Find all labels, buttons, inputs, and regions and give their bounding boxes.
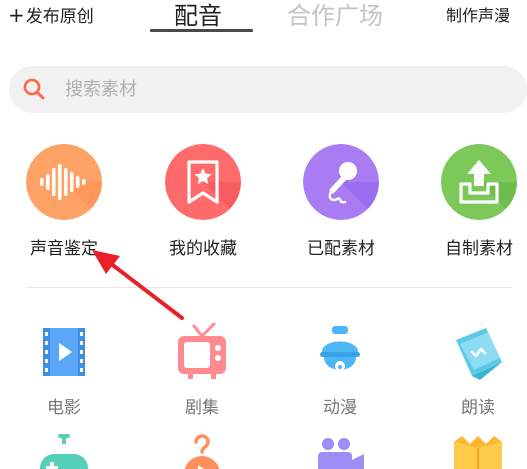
publish-original-label: 发布原创 xyxy=(25,7,94,27)
search-icon xyxy=(23,78,45,100)
feature-dubbed-materials-badge xyxy=(303,144,379,220)
book-icon xyxy=(454,436,502,469)
plus-icon: + xyxy=(8,3,25,27)
feature-dubbed-materials[interactable]: 已配素材 xyxy=(286,144,396,264)
feature-label: 声音鉴定 xyxy=(30,239,98,259)
tab-dubbing[interactable]: 配音 xyxy=(174,0,222,31)
feature-my-favorites[interactable]: 我的收藏 xyxy=(148,144,258,264)
category-game[interactable] xyxy=(14,432,114,469)
feature-label: 已配素材 xyxy=(307,239,375,259)
microphone-icon xyxy=(303,144,379,220)
feature-label: 我的收藏 xyxy=(169,239,237,259)
section-divider xyxy=(26,287,512,288)
feature-label: 自制素材 xyxy=(445,239,513,259)
feature-my-favorites-badge xyxy=(165,144,241,220)
soundwave-icon xyxy=(26,144,102,220)
category-label: 动漫 xyxy=(323,398,357,418)
category-label: 朗读 xyxy=(461,398,495,418)
publish-original-button[interactable]: +发布原创 xyxy=(8,2,94,27)
hanger-icon xyxy=(184,434,220,469)
camera-icon xyxy=(318,438,364,469)
tv-icon xyxy=(178,322,226,379)
paper-icon xyxy=(456,328,502,380)
category-costume[interactable] xyxy=(152,432,252,469)
category-label: 剧集 xyxy=(185,398,219,418)
category-video[interactable] xyxy=(290,432,390,469)
feature-self-made-materials-badge xyxy=(441,144,517,220)
top-bar: +发布原创 配音 合作广场 制作声漫 xyxy=(0,0,527,40)
category-reading[interactable]: 朗读 xyxy=(428,322,527,422)
category-label: 电影 xyxy=(47,398,81,418)
bell-mascot-icon xyxy=(320,326,360,371)
search-input[interactable] xyxy=(65,74,465,104)
search-bar[interactable] xyxy=(9,66,527,113)
category-anime[interactable]: 动漫 xyxy=(290,322,390,422)
category-movie[interactable]: 电影 xyxy=(14,322,114,422)
feature-voice-identify[interactable]: 声音鉴定 xyxy=(9,144,119,264)
make-voice-comic-button[interactable]: 制作声漫 xyxy=(446,2,510,26)
feature-self-made-materials[interactable]: 自制素材 xyxy=(424,144,527,264)
tab-cooperation-plaza[interactable]: 合作广场 xyxy=(287,0,383,31)
active-tab-indicator xyxy=(150,29,253,32)
category-books[interactable] xyxy=(428,432,527,469)
film-icon xyxy=(43,328,85,376)
category-series[interactable]: 剧集 xyxy=(152,322,252,422)
game-controller-icon xyxy=(40,434,88,469)
upload-tray-icon xyxy=(441,144,517,220)
feature-voice-identify-badge xyxy=(26,144,102,220)
bookmark-star-icon xyxy=(165,144,241,220)
